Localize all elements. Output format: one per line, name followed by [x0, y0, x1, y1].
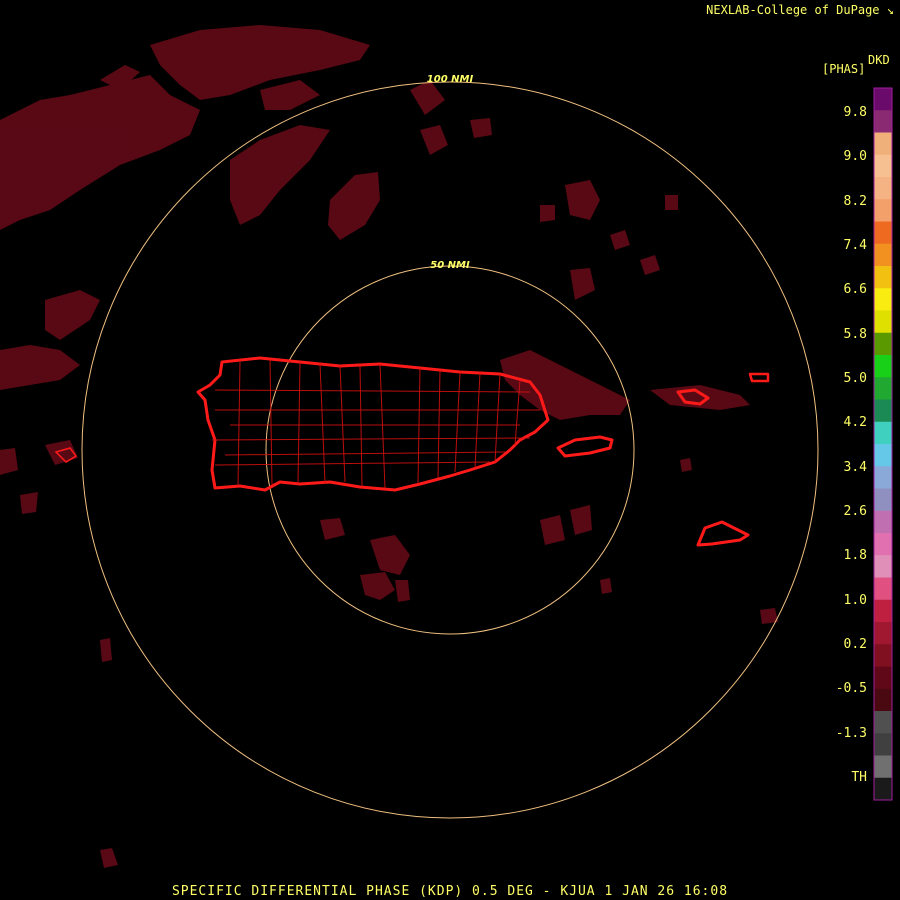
color-scale-swatch: [874, 599, 892, 623]
product-title: SPECIFIC DIFFERENTIAL PHASE (KDP) 0.5 DE…: [171, 884, 729, 899]
range-ring-100: [81, 81, 819, 819]
color-scale-tick-label: 7.4: [843, 238, 867, 253]
color-scale-tick-label: -0.5: [835, 681, 867, 697]
color-scale-swatch: [874, 221, 892, 245]
legend-product-code: DKD: [868, 53, 890, 67]
color-scale-tick-label: 8.2: [843, 193, 867, 209]
color-scale-swatch: [874, 666, 892, 690]
st-john-outline: [748, 372, 770, 383]
color-scale-swatch: [874, 466, 892, 489]
color-scale-tick-label: 4.2: [843, 415, 867, 431]
color-scale-swatch: [874, 555, 892, 578]
corner-arrow-icon: ↘: [886, 3, 894, 17]
color-scale-swatch: [874, 399, 892, 423]
color-scale-swatch: [874, 421, 892, 445]
color-scale-tick-label: 3.4: [843, 459, 867, 475]
color-scale-swatch: [874, 755, 892, 779]
vieques-outline: [556, 435, 614, 458]
color-scale-swatch: [874, 444, 892, 467]
color-scale-swatch: [874, 711, 892, 734]
radar-echoes: [0, 25, 778, 868]
color-scale-swatch: [874, 332, 892, 356]
color-scale-swatch: [874, 733, 892, 756]
color-scale-tick-label: 0.2: [843, 637, 867, 652]
color-scale-tick-label: 9.8: [843, 105, 867, 120]
color-scale-tick-label: 1.0: [843, 592, 867, 608]
puerto-rico-outline: [196, 356, 550, 492]
color-scale-swatch: [874, 199, 892, 222]
color-scale-swatch: [874, 110, 892, 133]
color-scale-tick-label: 9.0: [843, 149, 867, 165]
color-scale-swatch: [874, 243, 892, 267]
color-scale-swatch: [874, 377, 892, 400]
color-scale-swatch: [874, 644, 892, 667]
color-scale-swatch: [874, 622, 892, 645]
color-scale-swatch: [874, 177, 892, 200]
color-scale-tick-label: 5.8: [843, 326, 867, 342]
color-scale-swatch: [874, 533, 892, 556]
range-ring-label-100: 100 NMI: [427, 74, 474, 85]
legend-unit: [PHAS]: [822, 62, 866, 76]
color-scale-tick-label: -1.3: [835, 725, 867, 741]
range-rings: [81, 81, 819, 819]
radar-map: 50 NMI 100 NMI: [0, 25, 893, 868]
color-scale-swatch: [874, 310, 892, 334]
st-croix-outline: [696, 520, 750, 547]
range-ring-50: [265, 265, 635, 635]
credit-label: NEXLAB-College of DuPage ↘: [706, 3, 894, 17]
color-scale-swatch: [874, 777, 892, 801]
color-scale-tick-label: 6.6: [843, 282, 867, 298]
color-scale-swatch: [874, 577, 892, 601]
color-scale-swatch: [874, 510, 892, 534]
color-scale-swatch: [874, 88, 892, 111]
range-ring-label-50: 50 NMI: [430, 260, 470, 271]
color-scale-swatch: [874, 132, 892, 156]
color-scale-bar: [873, 87, 893, 801]
color-scale-tick-label: 5.0: [843, 371, 867, 386]
color-scale-tick-label: TH: [851, 770, 867, 785]
color-scale-swatch: [874, 288, 892, 311]
color-scale-tick-label: 2.6: [843, 504, 867, 519]
color-scale-swatch: [874, 688, 892, 712]
color-scale-swatch: [874, 355, 892, 378]
color-scale-swatch: [874, 266, 892, 289]
color-scale-swatch: [874, 488, 892, 512]
color-scale-tick-label: 1.8: [843, 548, 867, 564]
color-scale-swatch: [874, 154, 892, 178]
